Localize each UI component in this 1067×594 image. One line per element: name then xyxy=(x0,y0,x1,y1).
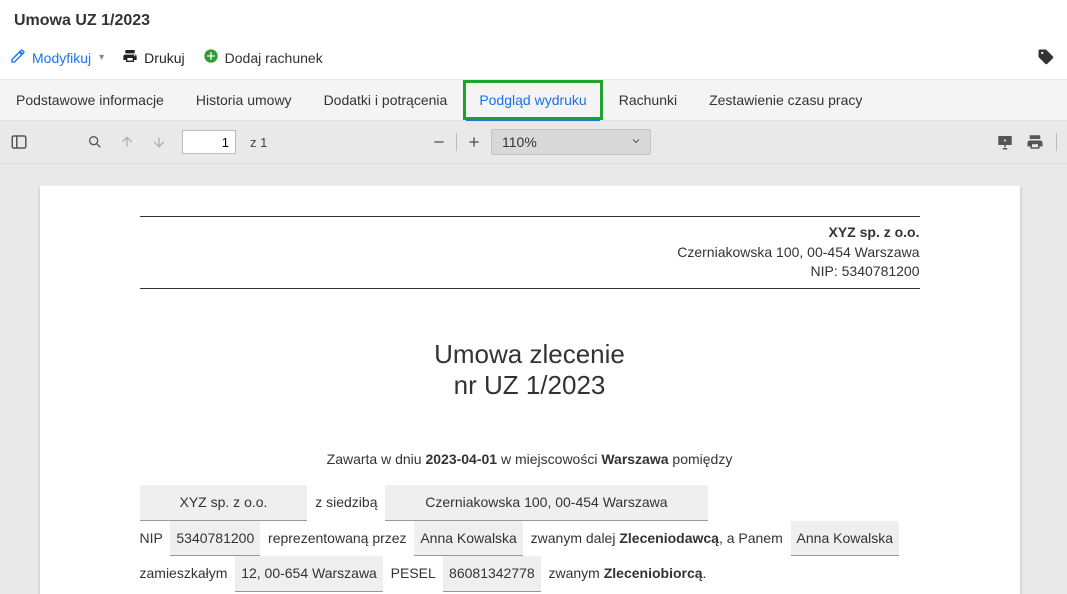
divider xyxy=(1056,133,1057,151)
text: z siedzibą xyxy=(315,494,377,510)
doc-company-name: XYZ sp. z o.o. xyxy=(140,223,920,243)
tab-invoices[interactable]: Rachunki xyxy=(603,80,693,120)
text-bold: Zleceniodawcą xyxy=(619,530,719,546)
tag-icon[interactable] xyxy=(1037,48,1055,71)
modify-label: Modyfikuj xyxy=(32,50,91,66)
text: NIP xyxy=(140,530,163,546)
pdf-toolbar: z 1 110% xyxy=(0,121,1067,164)
text: pomiędzy xyxy=(669,451,733,467)
zoom-value: 110% xyxy=(502,134,537,150)
field-company: XYZ sp. z o.o. xyxy=(140,485,308,521)
field-person-address: 12, 00-654 Warszawa xyxy=(235,556,383,592)
tab-timesheet[interactable]: Zestawienie czasu pracy xyxy=(693,80,878,120)
tab-history[interactable]: Historia umowy xyxy=(180,80,308,120)
field-nip: 5340781200 xyxy=(170,521,260,557)
doc-date: 2023-04-01 xyxy=(425,451,497,467)
page-title: Umowa UZ 1/2023 xyxy=(14,12,1053,30)
print-label: Drukuj xyxy=(144,50,184,66)
action-bar: Modyfikuj ▾ Drukuj Dodaj rachunek xyxy=(0,38,1067,80)
document-page: XYZ sp. z o.o. Czerniakowska 100, 00-454… xyxy=(40,186,1020,594)
sidebar-toggle-icon[interactable] xyxy=(10,133,28,151)
doc-company-nip: NIP: 5340781200 xyxy=(140,262,920,282)
print-button[interactable]: Drukuj xyxy=(122,48,184,67)
modify-button[interactable]: Modyfikuj ▾ xyxy=(10,48,104,67)
doc-title: Umowa zlecenie xyxy=(140,339,920,370)
doc-city: Warszawa xyxy=(601,451,668,467)
text: zwanym dalej xyxy=(531,530,620,546)
doc-company-address: Czerniakowska 100, 00-454 Warszawa xyxy=(140,243,920,263)
text: Zawarta w dniu xyxy=(327,451,426,467)
zoom-select[interactable]: 110% xyxy=(491,129,651,155)
field-person-name: Anna Kowalska xyxy=(791,521,900,557)
add-invoice-label: Dodaj rachunek xyxy=(225,50,323,66)
printer-icon[interactable] xyxy=(1026,133,1044,151)
zoom-in-icon[interactable] xyxy=(465,133,483,151)
divider xyxy=(456,133,457,151)
printer-icon xyxy=(122,48,138,67)
edit-icon xyxy=(10,48,26,67)
tabs: Podstawowe informacje Historia umowy Dod… xyxy=(0,80,1067,121)
plus-circle-icon xyxy=(203,48,219,67)
chevron-down-icon: ▾ xyxy=(99,52,104,63)
text: PESEL xyxy=(391,565,436,581)
doc-body: XYZ sp. z o.o. z siedzibą Czerniakowska … xyxy=(140,485,920,592)
page-up-icon[interactable] xyxy=(118,133,136,151)
tab-preview[interactable]: Podgląd wydruku xyxy=(463,80,602,120)
doc-intro-line: Zawarta w dniu 2023-04-01 w miejscowości… xyxy=(140,451,920,467)
text: zwanym xyxy=(548,565,603,581)
chevron-down-icon xyxy=(630,134,642,150)
text: w miejscowości xyxy=(497,451,601,467)
doc-subtitle: nr UZ 1/2023 xyxy=(140,370,920,401)
text-bold: Zleceniobiorcą xyxy=(604,565,703,581)
text: reprezentowaną przez xyxy=(268,530,407,546)
add-invoice-button[interactable]: Dodaj rachunek xyxy=(203,48,323,67)
page-of-label: z 1 xyxy=(250,135,267,150)
zoom-out-icon[interactable] xyxy=(430,133,448,151)
page-down-icon[interactable] xyxy=(150,133,168,151)
viewer-area: XYZ sp. z o.o. Czerniakowska 100, 00-454… xyxy=(0,164,1067,594)
page-number-input[interactable] xyxy=(182,130,236,154)
text: zamieszkałym xyxy=(140,565,228,581)
text: , a Panem xyxy=(719,530,783,546)
presentation-icon[interactable] xyxy=(996,133,1014,151)
divider xyxy=(140,216,920,217)
divider xyxy=(140,288,920,289)
field-company-address: Czerniakowska 100, 00-454 Warszawa xyxy=(385,485,707,521)
field-rep-name: Anna Kowalska xyxy=(414,521,523,557)
field-pesel: 86081342778 xyxy=(443,556,541,592)
tab-deductions[interactable]: Dodatki i potrącenia xyxy=(308,80,464,120)
tab-basic-info[interactable]: Podstawowe informacje xyxy=(0,80,180,120)
search-icon[interactable] xyxy=(86,133,104,151)
